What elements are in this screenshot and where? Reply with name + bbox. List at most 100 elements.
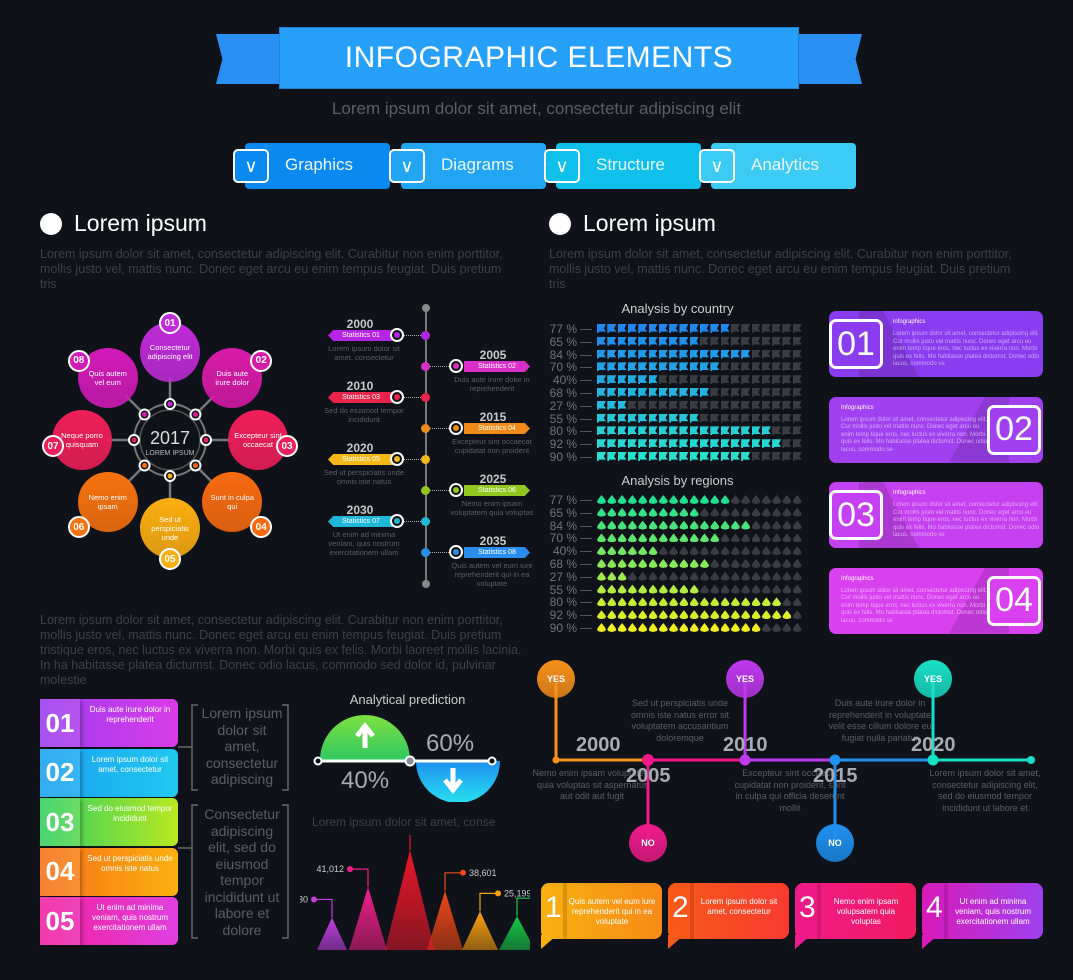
timeline-connector [404, 521, 421, 522]
flag-icon [648, 439, 658, 449]
drop-icon [720, 597, 730, 607]
timeline-connector [404, 397, 421, 398]
ribbon-number: 03 [40, 798, 80, 846]
drop-icon [597, 623, 606, 632]
flag-icon [730, 413, 740, 423]
tab-diagrams[interactable]: ∨ Diagrams [389, 143, 546, 189]
flag-icon [607, 375, 617, 385]
tab-structure[interactable]: ∨ Structure [544, 143, 701, 189]
flag-icon [782, 388, 792, 397]
bubble-number: 4 [926, 891, 943, 924]
flag-icon [658, 324, 668, 333]
drop-icon [607, 507, 617, 517]
yes-badge: YES [914, 660, 952, 698]
yes-badge: YES [537, 660, 575, 698]
drop-icon [638, 520, 648, 530]
flag-icon [607, 426, 617, 436]
drop-icon [792, 610, 802, 620]
petal-text: Quis autem vel eum [88, 368, 127, 387]
drop-icon [730, 597, 740, 607]
flag-icon [720, 362, 730, 372]
drop-icon [710, 597, 720, 607]
flag-icon [761, 336, 771, 346]
drop-icon [761, 584, 771, 594]
chevron-down-icon[interactable]: ∨ [544, 149, 580, 183]
bubble-tail [668, 935, 684, 949]
drop-icon [761, 623, 771, 632]
percent-dash [580, 367, 592, 369]
drop-icon [792, 571, 802, 581]
chevron-down-icon[interactable]: ∨ [389, 149, 425, 183]
flag-icon [700, 324, 709, 333]
flag-icon [741, 413, 751, 423]
drop-icon [751, 571, 761, 581]
branch-year: 2015 [813, 765, 858, 787]
drop-icon [607, 495, 617, 504]
flag-icon [772, 452, 782, 461]
flag-icon [741, 375, 751, 385]
flag-icon [638, 426, 648, 436]
flag-icon [772, 336, 782, 346]
flag-icon [782, 400, 792, 410]
card-title: Infographics [841, 575, 874, 582]
drop-icon [679, 571, 689, 581]
drop-icon [730, 520, 740, 530]
drop-icon [792, 520, 802, 530]
ribbon-number: 01 [40, 699, 80, 747]
drop-icon [751, 495, 761, 504]
peak-leader [444, 872, 463, 891]
flag-icon [648, 336, 658, 346]
drop-icon [730, 623, 740, 632]
peak-2 [385, 850, 435, 950]
flag-icon [782, 362, 792, 372]
chevron-down-icon[interactable]: ∨ [699, 149, 735, 183]
drop-icon [689, 546, 699, 556]
drop-icon [669, 520, 679, 530]
tab-graphics[interactable]: ∨ Graphics [233, 143, 390, 189]
radial-node-core [192, 462, 198, 468]
drop-icon [658, 520, 668, 530]
flag-icon [741, 439, 751, 449]
flag-icon [648, 452, 658, 461]
flag-icon [607, 388, 617, 397]
percent-dash [580, 380, 592, 382]
flag-icon [751, 400, 761, 410]
timeline-connector [404, 459, 421, 460]
drop-icon [782, 520, 792, 530]
peak-value-label: 38,601 [469, 868, 497, 878]
flag-icon [730, 452, 740, 461]
timeline-desc: Sed ut perspiciatis unde omnis iste natu… [323, 468, 405, 486]
drop-icon [679, 495, 689, 504]
chevron-down-icon[interactable]: ∨ [233, 149, 269, 183]
flag-icon [669, 388, 679, 397]
flag-icon [792, 336, 802, 346]
petal-number-badge: 03 [276, 435, 298, 457]
drop-icon [648, 533, 658, 543]
radial-center-year: 2017 [149, 428, 191, 448]
flag-icon [617, 439, 627, 449]
peak-label-dot [311, 896, 317, 903]
flag-icon [720, 349, 730, 359]
tab-analytics[interactable]: ∨ Analytics [699, 143, 856, 189]
peak-label-dot [495, 890, 501, 897]
flag-icon [679, 452, 689, 461]
drop-icon [741, 559, 751, 568]
timeline-connector [430, 428, 449, 429]
flag-icon [710, 375, 720, 385]
drop-icon [720, 533, 730, 543]
drop-icon [751, 610, 761, 620]
timeline-desc: Nemo enim ipsam voluptatem quia voluptas [450, 499, 534, 517]
numbered-ribbon: 03 Sed do eiusmod tempor incididunt [40, 798, 178, 846]
flag-icon [658, 413, 668, 423]
drop-icon [710, 520, 720, 530]
drop-icon [741, 520, 751, 530]
timeline-year: 2030 [346, 503, 374, 517]
tab-label: Structure [596, 155, 665, 174]
drop-icon [658, 597, 668, 607]
timeline-tag: Statistics 02 [464, 361, 530, 372]
drop-icon [658, 584, 668, 594]
drop-icon [597, 495, 606, 504]
flag-icon [638, 439, 648, 449]
flag-icon [597, 362, 606, 372]
drop-icon [597, 597, 606, 607]
